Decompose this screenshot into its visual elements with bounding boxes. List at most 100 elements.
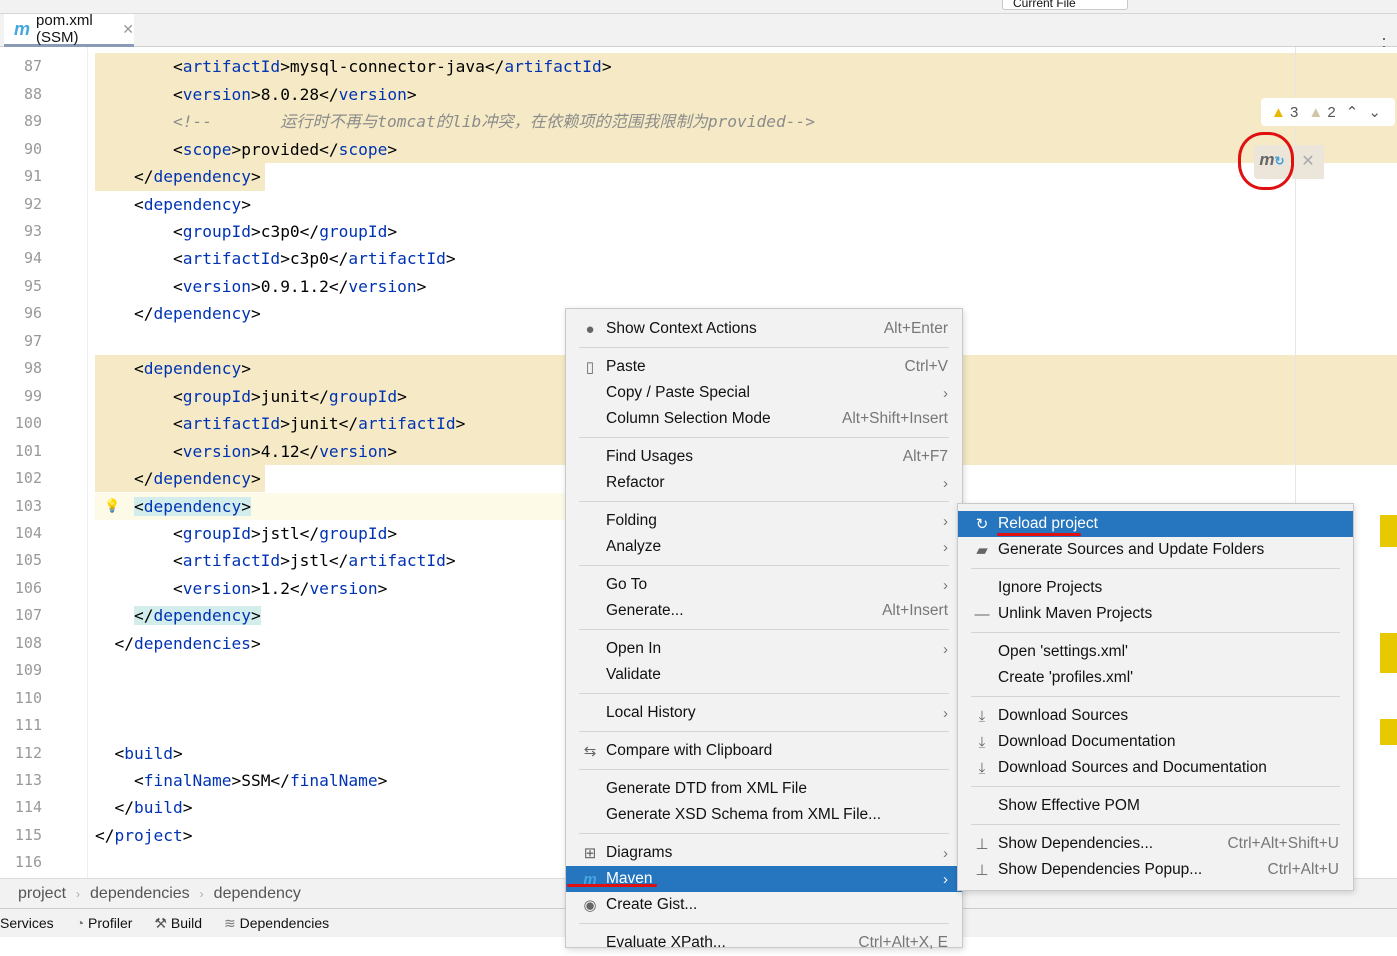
menu-item-generate[interactable]: Generate... Alt+Insert — [566, 598, 962, 624]
menu-item-label: Refactor — [606, 474, 665, 491]
annotation-underline — [567, 884, 657, 887]
label: Dependencies — [239, 914, 330, 931]
line-number: 106 — [14, 578, 42, 597]
menu-item-label: Reload project — [998, 515, 1098, 532]
menu-item-label: Analyze — [606, 538, 662, 555]
weak-warning-icon: ▲ — [1308, 103, 1324, 121]
download-icon: ⤓ — [978, 733, 986, 751]
shortcut: Ctrl+Alt+U — [1267, 861, 1340, 878]
menu-item-download-documentation[interactable]: ⤓ Download Documentation — [958, 729, 1353, 755]
shortcut: Alt+Enter — [883, 320, 948, 337]
line-number: 107 — [14, 606, 42, 625]
menu-separator — [566, 560, 962, 572]
code-text: <version>0.9.1.2</version> — [95, 276, 427, 296]
menu-item-label: Paste — [606, 358, 646, 375]
line-number: 105 — [14, 551, 42, 570]
code-line[interactable]: 91 </dependency> — [0, 163, 1397, 191]
menu-item-column-selection-mode[interactable]: Column Selection Mode Alt+Shift+Insert — [566, 406, 962, 432]
menu-item-local-history[interactable]: Local History › — [566, 700, 962, 726]
menu-item-compare-with-clipboard[interactable]: ⇆ Compare with Clipboard — [566, 738, 962, 764]
inspection-widget[interactable]: ▲ 3 ▲ 2 ⌃ ⌄ — [1261, 98, 1395, 126]
menu-item-generate-sources-and-update-folders[interactable]: ▰ Generate Sources and Update Folders — [958, 537, 1353, 563]
close-icon[interactable]: ✕ — [1292, 145, 1324, 179]
breadcrumb-item[interactable]: dependencies — [90, 885, 190, 903]
code-line[interactable]: 93 <groupId>c3p0</groupId> — [0, 218, 1397, 245]
menu-item-unlink-maven-projects[interactable]: — Unlink Maven Projects — [958, 601, 1353, 627]
top-toolbar: Current File — [0, 0, 1397, 14]
menu-item-paste[interactable]: ▯ Paste Ctrl+V — [566, 354, 962, 380]
code-text: <version>1.2</version> — [95, 578, 388, 598]
next-problem-icon[interactable]: ⌄ — [1368, 103, 1381, 121]
menu-separator — [958, 563, 1353, 575]
line-number: 99 — [23, 386, 42, 405]
tool-window-dependencies[interactable]: ≋ Dependencies — [224, 915, 329, 932]
menu-item-folding[interactable]: Folding › — [566, 508, 962, 534]
menu-item-label: Folding — [606, 512, 657, 529]
download-icon: ⤓ — [978, 707, 986, 725]
menu-item-go-to[interactable]: Go To › — [566, 572, 962, 598]
code-line[interactable]: 94 <artifactId>c3p0</artifactId> — [0, 245, 1397, 272]
clipboard-icon: ▯ — [585, 359, 595, 376]
menu-item-generate-dtd-from-xml-file[interactable]: Generate DTD from XML File — [566, 776, 962, 802]
code-line[interactable]: 90 <scope>provided</scope> — [0, 135, 1397, 164]
breadcrumb-item[interactable]: project — [18, 885, 66, 903]
menu-item-download-sources-and-documentation[interactable]: ⤓ Download Sources and Documentation — [958, 755, 1353, 781]
menu-item-refactor[interactable]: Refactor › — [566, 470, 962, 496]
tab-pom-xml[interactable]: m pom.xml (SSM) ✕ — [4, 12, 134, 47]
menu-item-find-usages[interactable]: Find Usages Alt+F7 — [566, 444, 962, 470]
line-number: 109 — [14, 661, 42, 680]
line-number: 116 — [14, 853, 42, 872]
tool-window-services[interactable]: Services — [0, 915, 54, 931]
line-number: 97 — [23, 331, 42, 350]
menu-item-label: Copy / Paste Special — [606, 384, 750, 401]
tool-window-profiler[interactable]: ◔ Profiler — [76, 915, 133, 931]
chevron-right-icon: › — [943, 704, 948, 722]
code-text: </dependency> — [95, 167, 261, 187]
line-number: 112 — [14, 743, 42, 762]
menu-item-evaluate-xpath[interactable]: Evaluate XPath... Ctrl+Alt+X, E — [566, 930, 962, 956]
menu-item-open-settings-xml[interactable]: Open 'settings.xml' — [958, 639, 1353, 665]
menu-item-ignore-projects[interactable]: Ignore Projects — [958, 575, 1353, 601]
menu-item-maven[interactable]: m Maven › — [566, 866, 962, 892]
line-number: 110 — [14, 688, 42, 707]
line-number: 114 — [14, 798, 42, 817]
menu-item-label: Show Dependencies... — [998, 835, 1154, 852]
weak-warning-count: 2 — [1327, 103, 1336, 121]
menu-separator — [958, 819, 1353, 831]
menu-item-download-sources[interactable]: ⤓ Download Sources — [958, 703, 1353, 729]
menu-item-create-profiles-xml[interactable]: Create 'profiles.xml' — [958, 665, 1353, 691]
menu-item-show-dependencies-popup[interactable]: ⊥ Show Dependencies Popup... Ctrl+Alt+U — [958, 857, 1353, 883]
diagram-icon: ⊞ — [583, 845, 597, 862]
menu-item-show-effective-pom[interactable]: Show Effective POM — [958, 793, 1353, 819]
code-line[interactable]: 87 <artifactId>mysql-connector-java</art… — [0, 53, 1397, 81]
menu-item-copy-paste-special[interactable]: Copy / Paste Special › — [566, 380, 962, 406]
tool-window-build[interactable]: ⚒ Build — [154, 915, 202, 932]
line-number: 95 — [23, 276, 42, 295]
dependencies-icon: ⊥ — [975, 862, 989, 879]
breadcrumb-item[interactable]: dependency — [214, 885, 301, 903]
code-line[interactable]: 92 <dependency> — [0, 191, 1397, 218]
menu-item-label: Find Usages — [606, 448, 694, 465]
code-line[interactable]: 88 <version>8.0.28</version> — [0, 80, 1397, 109]
line-number: 94 — [23, 249, 42, 268]
menu-item-label: Open In — [606, 640, 662, 657]
menu-item-open-in[interactable]: Open In › — [566, 636, 962, 662]
previous-problem-icon[interactable]: ⌃ — [1346, 103, 1359, 121]
close-icon[interactable]: ✕ — [122, 21, 134, 38]
menu-item-analyze[interactable]: Analyze › — [566, 534, 962, 560]
line-number: 100 — [14, 414, 42, 433]
menu-item-generate-xsd-schema-from-xml-file[interactable]: Generate XSD Schema from XML File... — [566, 802, 962, 828]
menu-separator — [566, 726, 962, 738]
menu-item-diagrams[interactable]: ⊞ Diagrams › — [566, 840, 962, 866]
shortcut: Ctrl+V — [904, 358, 949, 375]
menu-item-create-gist[interactable]: ◉ Create Gist... — [566, 892, 962, 918]
menu-item-show-context-actions[interactable]: ● Show Context Actions Alt+Enter — [566, 316, 962, 342]
run-configuration-selector[interactable]: Current File — [1002, 0, 1128, 10]
code-line[interactable]: 89 <!-- 运行时不再与tomcat的lib冲突，在依赖项的范围我限制为pr… — [0, 108, 1397, 136]
bulb-icon[interactable]: 💡 — [104, 493, 120, 520]
menu-separator — [566, 496, 962, 508]
code-line[interactable]: 95 <version>0.9.1.2</version> — [0, 273, 1397, 300]
menu-item-show-dependencies[interactable]: ⊥ Show Dependencies... Ctrl+Alt+Shift+U — [958, 831, 1353, 857]
menu-item-validate[interactable]: Validate — [566, 662, 962, 688]
line-number: 98 — [23, 359, 42, 378]
